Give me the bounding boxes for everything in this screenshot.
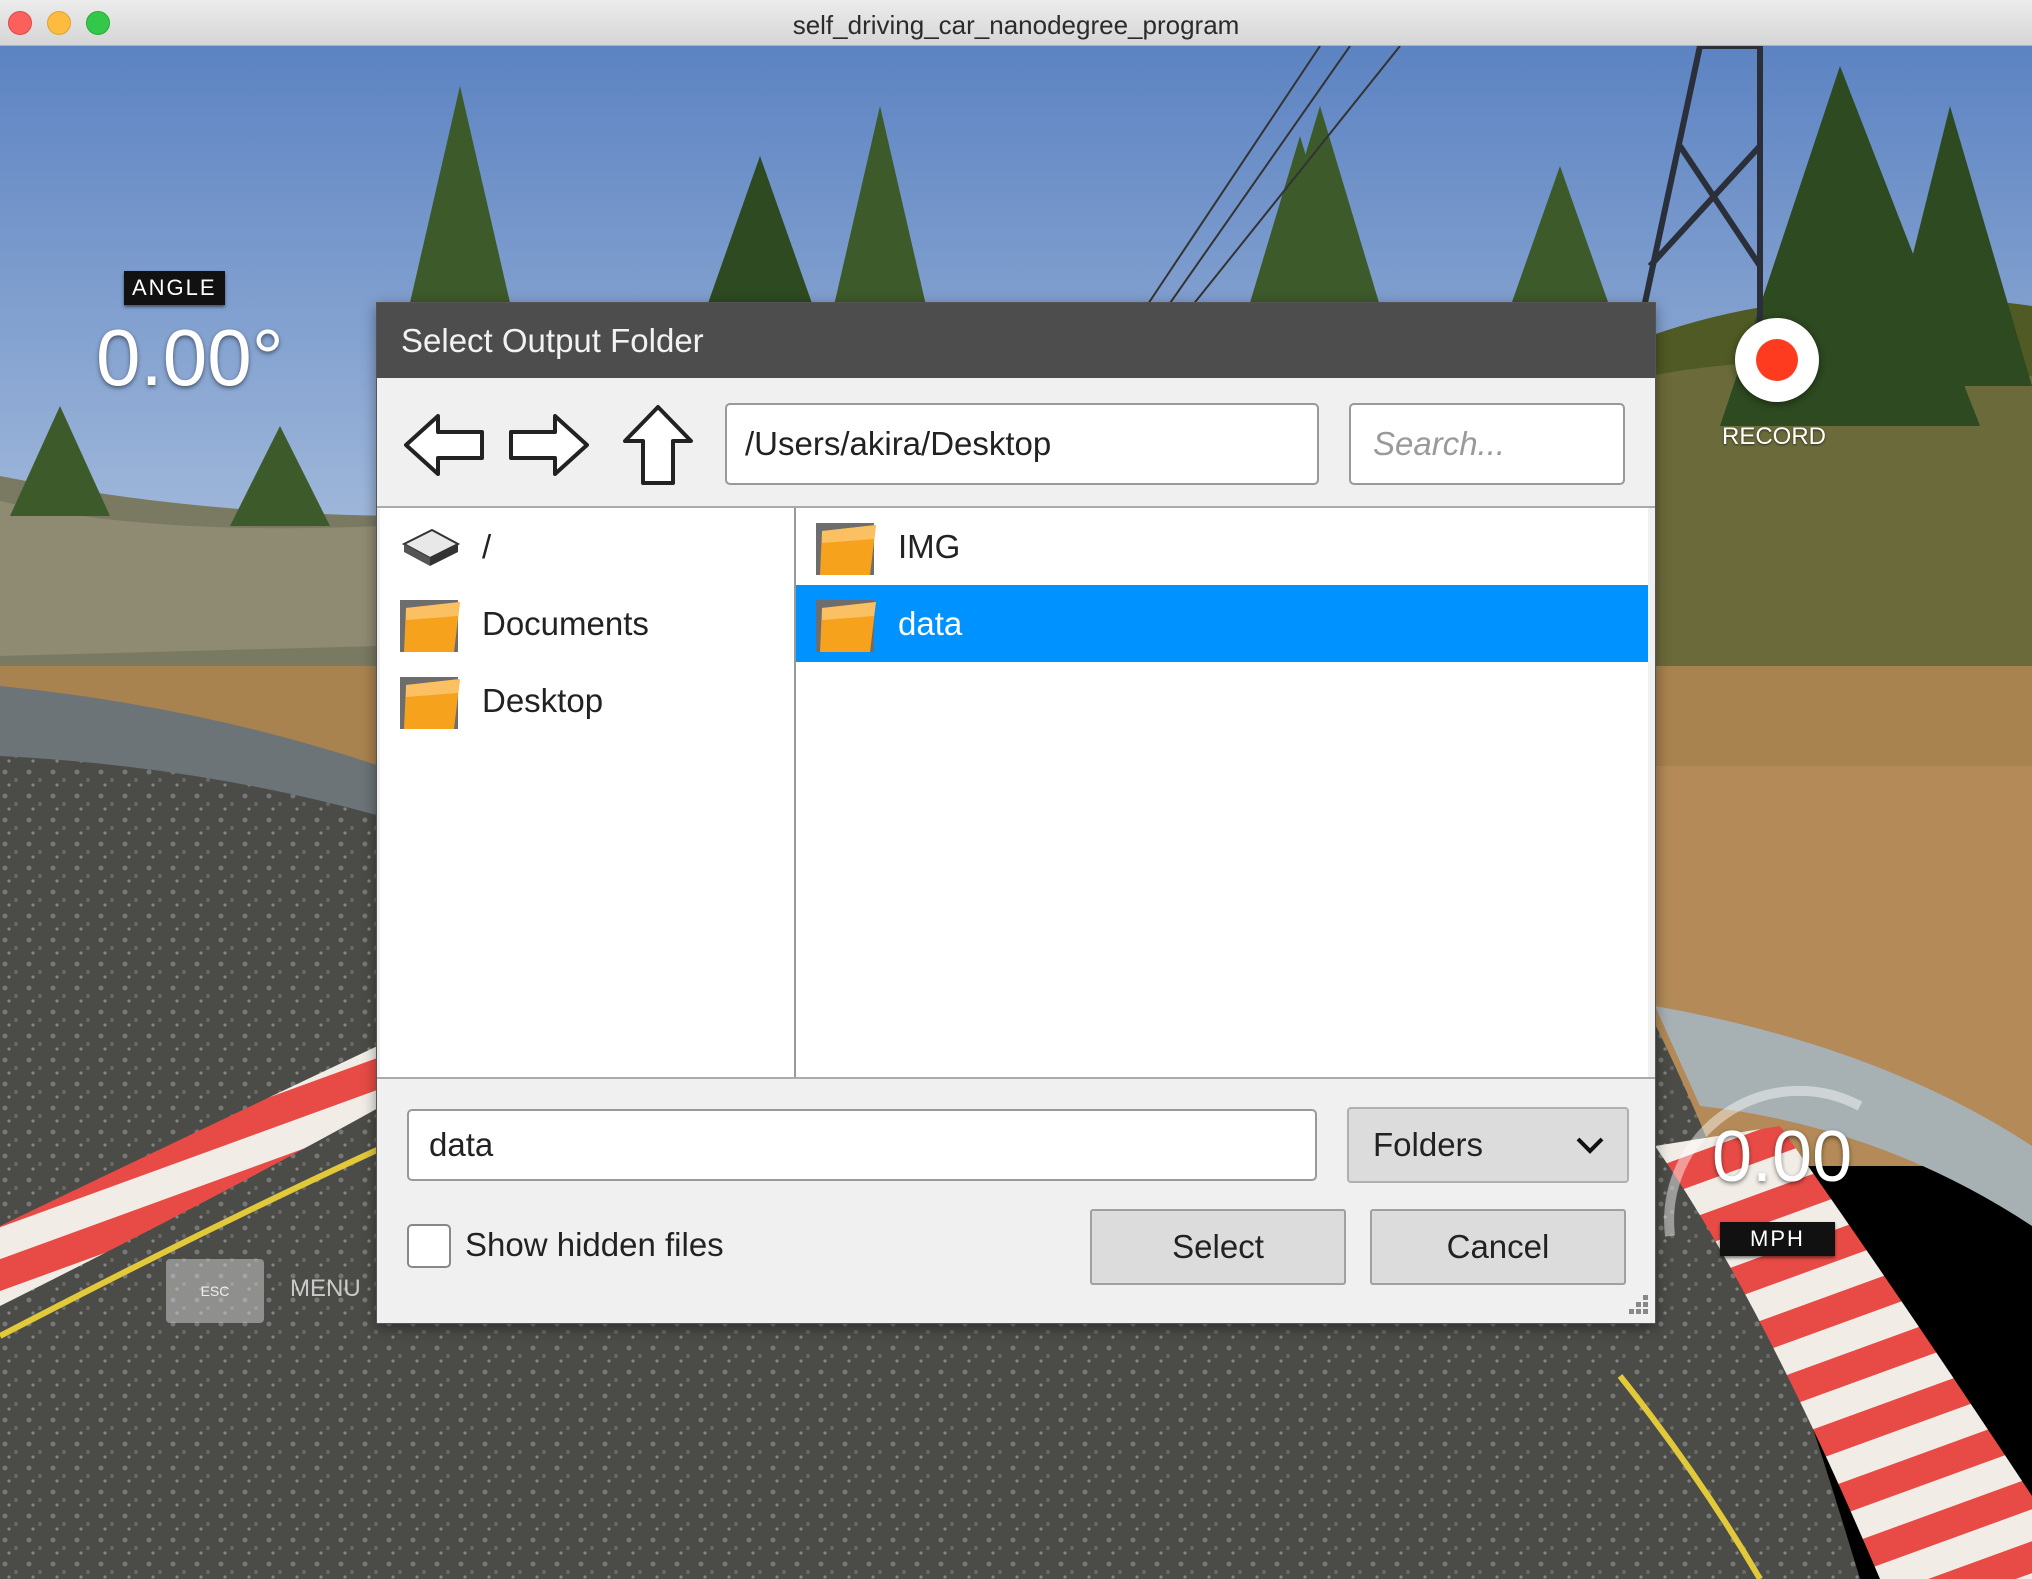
forward-button[interactable] <box>507 403 591 487</box>
menu-label: MENU <box>290 1275 361 1302</box>
path-input[interactable]: /Users/akira/Desktop <box>725 403 1319 485</box>
sidebar-item-documents[interactable]: Documents <box>380 585 794 662</box>
record-icon <box>1756 339 1798 381</box>
folder-icon <box>400 676 460 729</box>
file-item-label: data <box>898 604 963 642</box>
cancel-button[interactable]: Cancel <box>1370 1209 1626 1285</box>
sidebar-item-label: Documents <box>482 604 649 642</box>
show-hidden-label: Show hidden files <box>465 1226 724 1263</box>
drive-icon <box>401 528 461 566</box>
window-title: self_driving_car_nanodegree_program <box>792 10 1240 40</box>
angle-value: 0.00° <box>96 313 284 402</box>
pane-divider-bottom <box>377 1077 1655 1079</box>
forward-arrow-icon <box>509 414 589 476</box>
folder-icon <box>400 599 460 652</box>
dialog-title: Select Output Folder <box>377 303 1655 378</box>
resize-grip-icon[interactable] <box>1623 1291 1651 1319</box>
file-item-img[interactable]: IMG <box>796 508 1648 585</box>
up-folder-button[interactable] <box>616 403 700 487</box>
sidebar-item-desktop[interactable]: Desktop <box>380 662 794 739</box>
speed-value: 0.00 <box>1712 1117 1853 1197</box>
sidebar-item-label: / <box>482 527 492 565</box>
places-sidebar: / Documents Desktop <box>380 508 796 1077</box>
folder-name-input[interactable]: data <box>407 1109 1317 1181</box>
back-arrow-icon <box>404 414 484 476</box>
filter-value: Folders <box>1373 1126 1484 1163</box>
record-label: RECORD <box>1722 423 1827 450</box>
folder-icon <box>816 599 876 652</box>
back-button[interactable] <box>402 403 486 487</box>
file-item-label: IMG <box>898 527 961 565</box>
select-folder-dialog: Select Output Folder /Users/akira/Deskto… <box>377 303 1655 1323</box>
sidebar-item-root[interactable]: / <box>380 508 794 585</box>
angle-label: ANGLE <box>124 271 225 305</box>
esc-key-icon[interactable]: ESC <box>166 1259 264 1323</box>
show-hidden-checkbox[interactable] <box>407 1224 451 1268</box>
speed-unit-label: MPH <box>1720 1222 1835 1256</box>
select-button[interactable]: Select <box>1090 1209 1346 1285</box>
folder-icon <box>816 522 876 575</box>
search-input[interactable]: Search... <box>1349 403 1625 485</box>
window-titlebar: self_driving_car_nanodegree_program <box>0 0 2032 46</box>
chevron-down-icon <box>1576 1137 1604 1154</box>
up-arrow-icon <box>623 405 693 485</box>
file-list: IMG data <box>796 508 1648 1077</box>
filter-dropdown[interactable]: Folders <box>1347 1107 1629 1183</box>
record-button[interactable] <box>1735 318 1819 402</box>
sidebar-item-label: Desktop <box>482 681 604 719</box>
file-item-data[interactable]: data <box>796 585 1648 662</box>
